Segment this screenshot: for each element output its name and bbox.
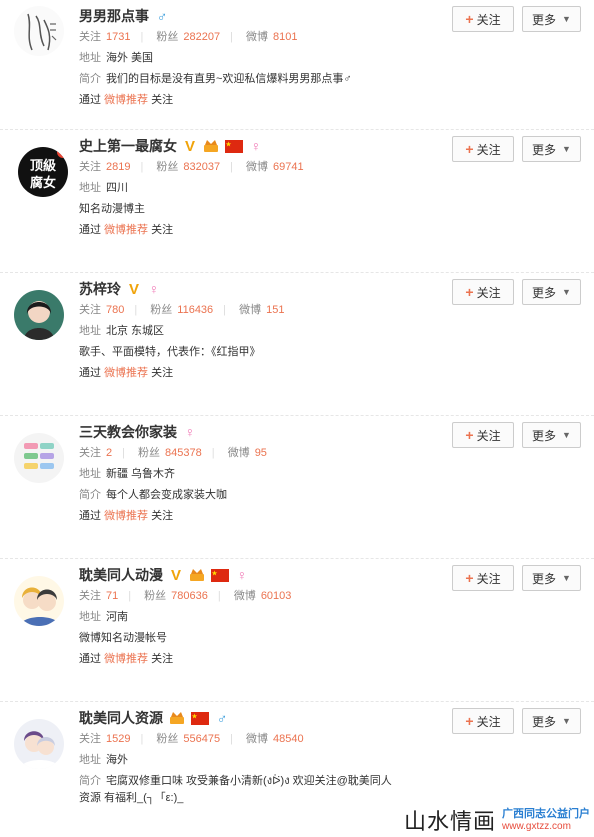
female-gender-icon: ♀ [250,138,262,154]
more-button[interactable]: 更多 ▼ [522,708,581,734]
caret-down-icon: ▼ [562,14,571,24]
avatar[interactable] [14,6,64,56]
verified-v-icon: V [170,566,181,584]
caret-down-icon: ▼ [562,573,571,583]
weibo-count[interactable]: 151 [266,304,284,316]
user-card: 耽美同人动漫 V ♀ 关注 71 | 粉丝 780636 | 微博 60103 地址 河南 … [0,559,594,702]
following-count[interactable]: 71 [106,590,118,602]
user-name[interactable]: 耽美同人资源 [79,708,163,728]
china-flag-icon [211,568,229,582]
user-name[interactable]: 男男那点事 [79,6,149,26]
follow-button[interactable]: + 关注 [452,6,514,32]
weibo-count[interactable]: 69741 [273,161,304,173]
verified-v-icon: V [184,137,195,155]
user-name[interactable]: 史上第一最腐女 [79,136,177,156]
watermark: 山水情画 广西同志公益门户 www.gxtzz.com [364,803,594,837]
watermark-title: 山水情画 [403,810,496,835]
following-count[interactable]: 1731 [106,31,130,43]
avatar[interactable]: 顶級 腐女 [18,147,68,197]
user-name[interactable]: 耽美同人动漫 [79,565,163,585]
avatar[interactable] [14,576,64,626]
avatar[interactable] [14,719,64,769]
plus-icon: + [465,284,474,300]
user-list: 男男那点事 ♂ 关注 1731 | 粉丝 282207 | 微博 8101 地址 海外 美国… [0,0,594,837]
intro-row: 简介 我们的目标是没有直男~欢迎私信爆料男男那点事♂ [79,73,352,85]
weibo-count[interactable]: 60103 [261,590,292,602]
plus-icon: + [465,570,474,586]
location-row: 地址 海外 美国 [79,52,154,64]
fans-count[interactable]: 556475 [183,733,220,745]
caret-down-icon: ▼ [562,716,571,726]
male-gender-icon: ♂ [156,8,168,24]
following-count[interactable]: 1529 [106,733,130,745]
more-button[interactable]: 更多 ▼ [522,6,581,32]
weibo-count[interactable]: 8101 [273,31,297,43]
caret-down-icon: ▼ [562,144,571,154]
china-flag-icon [191,711,209,725]
fans-count[interactable]: 832037 [183,161,220,173]
follow-button[interactable]: + 关注 [452,279,514,305]
more-button[interactable]: 更多 ▼ [522,136,581,162]
caret-down-icon: ▼ [562,430,571,440]
china-flag-icon [225,139,243,153]
fans-count[interactable]: 845378 [165,447,202,459]
weibo-count[interactable]: 95 [255,447,267,459]
user-card: 男男那点事 ♂ 关注 1731 | 粉丝 282207 | 微博 8101 地址 海外 美国… [0,0,594,130]
plus-icon: + [465,11,474,27]
watermark-subtitle: 广西同志公益门户 [502,808,590,821]
caret-down-icon: ▼ [562,287,571,297]
fans-count[interactable]: 116436 [177,304,213,316]
crown-icon [203,139,219,153]
plus-icon: + [465,713,474,729]
via-link[interactable]: 微博推荐 [104,94,148,106]
female-gender-icon: ♀ [184,424,196,440]
female-gender-icon: ♀ [148,281,160,297]
more-button[interactable]: 更多 ▼ [522,422,581,448]
user-name[interactable]: 苏梓玲 [79,279,121,299]
user-card: 三天教会你家装 ♀ 关注 2 | 粉丝 845378 | 微博 95 地址 新疆 乌鲁木齐 … [0,416,594,559]
weibo-count[interactable]: 48540 [273,733,304,745]
via-link[interactable]: 微博推荐 [104,653,148,665]
following-count[interactable]: 2 [106,447,112,459]
verified-v-icon: V [128,280,139,298]
crown-icon [189,568,205,582]
watermark-url: www.gxtzz.com [502,820,571,832]
more-button[interactable]: 更多 ▼ [522,565,581,591]
follow-button[interactable]: + 关注 [452,708,514,734]
via-link[interactable]: 微博推荐 [104,510,148,522]
fans-count[interactable]: 780636 [171,590,208,602]
avatar[interactable] [14,433,64,483]
user-name[interactable]: 三天教会你家装 [79,422,177,442]
crown-icon [169,711,185,725]
following-count[interactable]: 2819 [106,161,130,173]
plus-icon: + [465,141,474,157]
avatar[interactable] [14,290,64,340]
user-card: 顶級 腐女 史上第一最腐女 V ♀ 关注 2819 | 粉丝 832037 | 微博 697… [0,130,594,273]
user-card: 苏梓玲 V ♀ 关注 780 | 粉丝 116436 | 微博 151 地址 北京 东城区 … [0,273,594,416]
via-row: 通过 微博推荐 关注 [79,94,174,106]
stats-row: 关注 1731 | 粉丝 282207 | 微博 8101 [79,31,298,43]
via-link[interactable]: 微博推荐 [104,367,148,379]
fans-count[interactable]: 282207 [183,31,220,43]
female-gender-icon: ♀ [236,567,248,583]
svg-text:顶級: 顶級 [30,158,56,174]
follow-button[interactable]: + 关注 [452,422,514,448]
male-gender-icon: ♂ [216,710,228,726]
svg-text:腐女: 腐女 [30,175,56,191]
follow-button[interactable]: + 关注 [452,565,514,591]
more-button[interactable]: 更多 ▼ [522,279,581,305]
following-count[interactable]: 780 [106,304,124,316]
plus-icon: + [465,427,474,443]
follow-button[interactable]: + 关注 [452,136,514,162]
via-link[interactable]: 微博推荐 [104,224,148,236]
